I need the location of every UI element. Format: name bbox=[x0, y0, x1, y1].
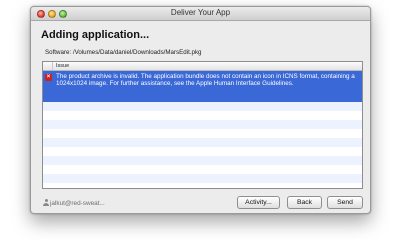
error-icon: × bbox=[45, 74, 52, 81]
empty-row bbox=[43, 156, 362, 165]
empty-row bbox=[43, 183, 362, 188]
deliver-app-window: Deliver Your App Adding application... S… bbox=[30, 6, 371, 214]
empty-row bbox=[43, 138, 362, 147]
empty-row bbox=[43, 111, 362, 120]
account-label: jalkut@red-sweat... bbox=[43, 199, 105, 207]
issues-table[interactable]: Issue × The product archive is invalid. … bbox=[42, 61, 363, 189]
user-icon bbox=[43, 199, 49, 206]
issue-column-label: Issue bbox=[56, 63, 70, 69]
empty-row bbox=[43, 174, 362, 183]
activity-button[interactable]: Activity... bbox=[237, 196, 280, 209]
software-path: Software: /Volumes/Data/daniel/Downloads… bbox=[45, 49, 202, 56]
table-row[interactable]: × The product archive is invalid. The ap… bbox=[43, 71, 362, 102]
empty-row bbox=[43, 165, 362, 174]
issue-text: The product archive is invalid. The appl… bbox=[56, 73, 355, 88]
page-heading: Adding application... bbox=[41, 29, 150, 41]
column-separator bbox=[52, 62, 53, 70]
issue-column-header[interactable]: Issue bbox=[43, 62, 362, 71]
empty-row bbox=[43, 120, 362, 129]
account-name: jalkut@red-sweat... bbox=[50, 200, 105, 207]
back-button[interactable]: Back bbox=[287, 196, 322, 209]
empty-row bbox=[43, 147, 362, 156]
window-title: Deliver Your App bbox=[170, 8, 231, 17]
send-button[interactable]: Send bbox=[327, 196, 363, 209]
title-bar: Deliver Your App bbox=[31, 7, 370, 21]
empty-row bbox=[43, 102, 362, 111]
empty-row bbox=[43, 129, 362, 138]
